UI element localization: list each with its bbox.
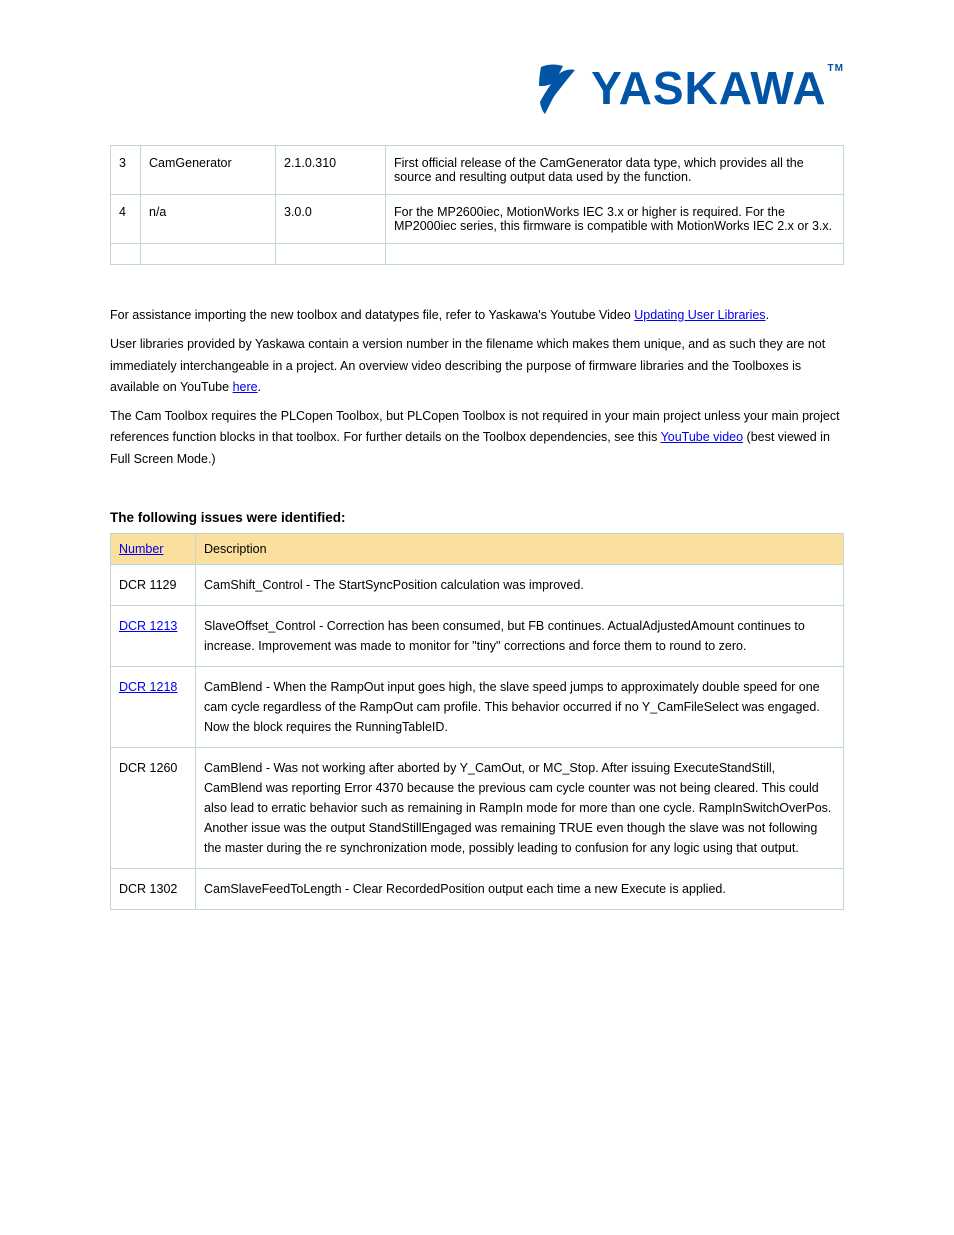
cell-number: DCR 1218 <box>111 666 196 747</box>
table-row <box>111 244 844 265</box>
paragraph: The Cam Toolbox requires the PLCopen Too… <box>110 406 844 470</box>
cell <box>276 244 386 265</box>
table-row: 4 n/a 3.0.0 For the MP2600iec, MotionWor… <box>111 195 844 244</box>
header-number: Number <box>111 533 196 564</box>
cell: 2.1.0.310 <box>276 146 386 195</box>
table-header-row: Number Description <box>111 533 844 564</box>
cell-description: CamBlend - When the RampOut input goes h… <box>196 666 844 747</box>
cell <box>386 244 844 265</box>
issues-heading: The following issues were identified: <box>110 510 844 525</box>
cell-description: CamBlend - Was not working after aborted… <box>196 747 844 868</box>
paragraph: For assistance importing the new toolbox… <box>110 305 844 326</box>
cell-description: SlaveOffset_Control - Correction has bee… <box>196 605 844 666</box>
cell: For the MP2600iec, MotionWorks IEC 3.x o… <box>386 195 844 244</box>
table-row: DCR 1260 CamBlend - Was not working afte… <box>111 747 844 868</box>
table-row: DCR 1302 CamSlaveFeedToLength - Clear Re… <box>111 868 844 909</box>
compatibility-table: 3 CamGenerator 2.1.0.310 First official … <box>110 145 844 265</box>
table-row: DCR 1213 SlaveOffset_Control - Correctio… <box>111 605 844 666</box>
cell-number: DCR 1260 <box>111 747 196 868</box>
cell-description: CamShift_Control - The StartSyncPosition… <box>196 564 844 605</box>
cell: 4 <box>111 195 141 244</box>
cell <box>111 244 141 265</box>
cell: CamGenerator <box>141 146 276 195</box>
cell: n/a <box>141 195 276 244</box>
link-updating-user-libraries[interactable]: Updating User Libraries <box>634 308 765 322</box>
cell-number: DCR 1302 <box>111 868 196 909</box>
cell: 3 <box>111 146 141 195</box>
cell-number: DCR 1129 <box>111 564 196 605</box>
table-row: DCR 1129 CamShift_Control - The StartSyn… <box>111 564 844 605</box>
header-description: Description <box>196 533 844 564</box>
cell-description: CamSlaveFeedToLength - Clear RecordedPos… <box>196 868 844 909</box>
body-text: For assistance importing the new toolbox… <box>110 305 844 470</box>
issues-table: Number Description DCR 1129 CamShift_Con… <box>110 533 844 910</box>
link-youtube-video[interactable]: YouTube video <box>661 430 743 444</box>
logo: YASKAWATM <box>533 60 844 115</box>
cell: First official release of the CamGenerat… <box>386 146 844 195</box>
logo-text: YASKAWATM <box>591 61 844 115</box>
paragraph: User libraries provided by Yaskawa conta… <box>110 334 844 398</box>
cell <box>141 244 276 265</box>
table-row: 3 CamGenerator 2.1.0.310 First official … <box>111 146 844 195</box>
cell: 3.0.0 <box>276 195 386 244</box>
header-number-link[interactable]: Number <box>119 542 163 556</box>
link-youtube-here[interactable]: here <box>233 380 258 394</box>
cell-number: DCR 1213 <box>111 605 196 666</box>
logo-mark-icon <box>533 60 583 115</box>
dcr-link[interactable]: DCR 1218 <box>119 680 177 694</box>
dcr-link[interactable]: DCR 1213 <box>119 619 177 633</box>
table-row: DCR 1218 CamBlend - When the RampOut inp… <box>111 666 844 747</box>
